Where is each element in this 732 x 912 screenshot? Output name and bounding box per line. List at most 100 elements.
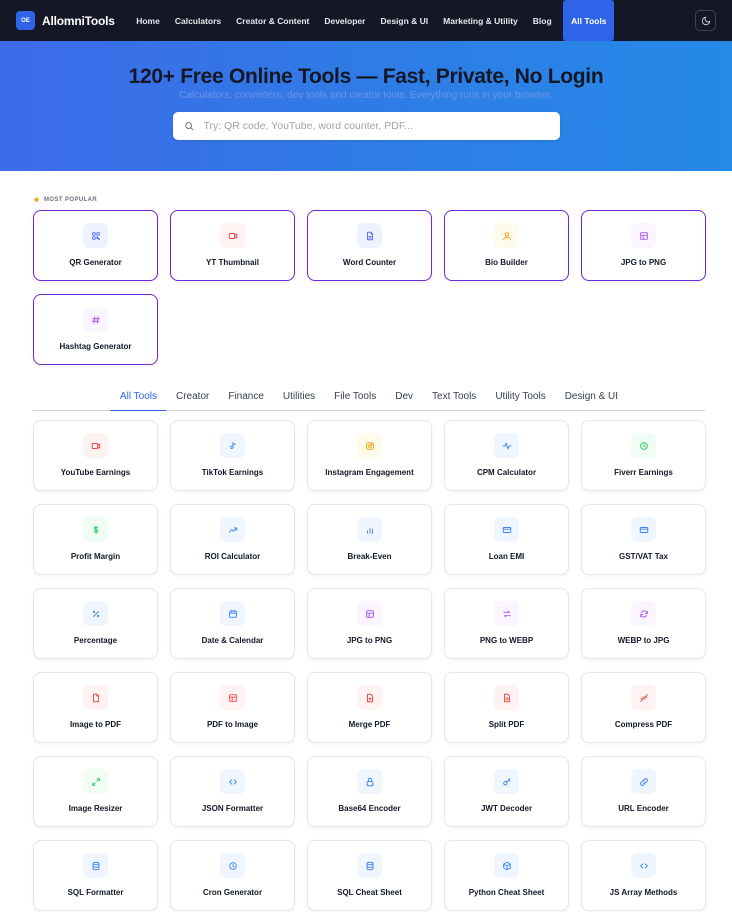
tool-card-js-array-methods[interactable]: JS Array Methods bbox=[581, 840, 706, 911]
maximize-icon bbox=[91, 777, 100, 786]
tool-card-bio-builder[interactable]: Bio Builder bbox=[444, 210, 569, 281]
tool-card-label: Loan EMI bbox=[488, 552, 525, 561]
tool-card-yt-thumbnail[interactable]: YT Thumbnail bbox=[170, 210, 295, 281]
tool-card-profit-margin[interactable]: Profit Margin bbox=[33, 504, 158, 575]
tool-icon-box bbox=[494, 685, 519, 710]
percent-icon bbox=[92, 610, 99, 617]
tool-card-date-calendar[interactable]: Date & Calendar bbox=[170, 588, 295, 659]
search-box[interactable] bbox=[172, 112, 560, 140]
nav-link-all-tools[interactable]: All Tools bbox=[563, 0, 615, 41]
tool-card-tiktok-earnings[interactable]: TikTok Earnings bbox=[170, 420, 295, 491]
tool-icon-box bbox=[83, 853, 108, 878]
nav-link-developer[interactable]: Developer bbox=[317, 0, 373, 41]
tab-design-ui[interactable]: Design & UI bbox=[555, 391, 627, 411]
tab-all-tools[interactable]: All Tools bbox=[110, 391, 167, 411]
search-icon bbox=[184, 122, 193, 131]
credit-card-icon bbox=[502, 526, 511, 533]
tool-icon-box bbox=[494, 769, 519, 794]
tool-card-label: JSON Formatter bbox=[201, 804, 264, 813]
tool-icon-box bbox=[494, 433, 519, 458]
hero-title: 120+ Free Online Tools — Fast, Private, … bbox=[128, 65, 604, 88]
tool-icon-box bbox=[83, 517, 108, 542]
tool-icon-box bbox=[220, 223, 245, 248]
tool-card-word-counter[interactable]: Word Counter bbox=[307, 210, 432, 281]
tool-card-cron-generator[interactable]: Cron Generator bbox=[170, 840, 295, 911]
tool-icon-box bbox=[357, 685, 382, 710]
tab-creator[interactable]: Creator bbox=[166, 391, 218, 411]
tool-card-label: Image to PDF bbox=[69, 720, 122, 729]
tool-card-label: Cron Generator bbox=[202, 888, 263, 897]
tool-card-label: Merge PDF bbox=[348, 720, 391, 729]
tool-icon-box bbox=[220, 685, 245, 710]
tool-card-jwt-decoder[interactable]: JWT Decoder bbox=[444, 756, 569, 827]
tool-card-image-to-pdf[interactable]: Image to PDF bbox=[33, 672, 158, 743]
tool-card-json-formatter[interactable]: JSON Formatter bbox=[170, 756, 295, 827]
tool-card-jpg-to-png[interactable]: JPG to PNG bbox=[581, 210, 706, 281]
brand[interactable]: OE AllomniTools bbox=[16, 11, 115, 30]
tool-icon-box bbox=[357, 601, 382, 626]
tool-card-pdf-to-image[interactable]: PDF to Image bbox=[170, 672, 295, 743]
tool-card-png-to-webp[interactable]: PNG to WEBP bbox=[444, 588, 569, 659]
tool-card-sql-formatter[interactable]: SQL Formatter bbox=[33, 840, 158, 911]
tool-card-webp-to-jpg[interactable]: WEBP to JPG bbox=[581, 588, 706, 659]
tool-card-split-pdf[interactable]: Split PDF bbox=[444, 672, 569, 743]
tool-card-percentage[interactable]: Percentage bbox=[33, 588, 158, 659]
tool-card-loan-emi[interactable]: Loan EMI bbox=[444, 504, 569, 575]
tool-icon-box bbox=[83, 685, 108, 710]
tool-card-qr-generator[interactable]: QR Generator bbox=[33, 210, 158, 281]
tool-icon-box bbox=[220, 433, 245, 458]
activity-icon bbox=[502, 442, 511, 449]
tool-card-jpg-to-png[interactable]: JPG to PNG bbox=[307, 588, 432, 659]
tab-finance[interactable]: Finance bbox=[219, 391, 274, 411]
tab-utilities[interactable]: Utilities bbox=[273, 391, 324, 411]
user-icon bbox=[502, 231, 511, 240]
tab-text-tools[interactable]: Text Tools bbox=[423, 391, 486, 411]
nav-link-home[interactable]: Home bbox=[129, 0, 168, 41]
tool-card-compress-pdf[interactable]: Compress PDF bbox=[581, 672, 706, 743]
tool-icon-box bbox=[220, 517, 245, 542]
nav-link-design-ui[interactable]: Design & UI bbox=[373, 0, 436, 41]
tool-card-label: GST/VAT Tax bbox=[619, 552, 668, 561]
tab-dev[interactable]: Dev bbox=[386, 391, 423, 411]
tab-file-tools[interactable]: File Tools bbox=[325, 391, 386, 411]
nav-links: Home Calculators Creator & Content Develope… bbox=[129, 0, 615, 41]
tool-card-roi-calculator[interactable]: ROI Calculator bbox=[170, 504, 295, 575]
tool-card-break-even[interactable]: Break-Even bbox=[307, 504, 432, 575]
tool-card-gst-vat-tax[interactable]: GST/VAT Tax bbox=[581, 504, 706, 575]
tool-card-merge-pdf[interactable]: Merge PDF bbox=[307, 672, 432, 743]
search-input[interactable] bbox=[203, 120, 560, 132]
hash-icon bbox=[91, 315, 100, 324]
tool-card-hashtag-generator[interactable]: Hashtag Generator bbox=[33, 294, 158, 365]
tool-icon-box bbox=[83, 223, 108, 248]
nav-link-blog[interactable]: Blog bbox=[525, 0, 559, 41]
star-icon bbox=[33, 196, 40, 203]
theme-toggle-button[interactable] bbox=[695, 10, 716, 31]
lock-icon bbox=[366, 777, 373, 786]
video-icon bbox=[228, 232, 237, 239]
tool-card-label: JWT Decoder bbox=[480, 804, 533, 813]
tool-card-base64-encoder[interactable]: Base64 Encoder bbox=[307, 756, 432, 827]
nav-link-creator-content[interactable]: Creator & Content bbox=[229, 0, 317, 41]
trending-up-icon bbox=[228, 526, 237, 533]
tool-icon-box bbox=[357, 853, 382, 878]
tool-icon-box bbox=[220, 769, 245, 794]
tool-card-sql-cheat-sheet[interactable]: SQL Cheat Sheet bbox=[307, 840, 432, 911]
tool-icon-box bbox=[494, 853, 519, 878]
tool-icon-box bbox=[494, 223, 519, 248]
tool-icon-box bbox=[631, 223, 656, 248]
tool-card-youtube-earnings[interactable]: YouTube Earnings bbox=[33, 420, 158, 491]
popular-grid: QR Generator YT Thumbnail Word Counter Bio … bbox=[33, 210, 706, 365]
tool-card-label: Split PDF bbox=[488, 720, 525, 729]
category-tabs: All Tools Creator Finance Utilities File Too… bbox=[33, 391, 705, 411]
tool-card-url-encoder[interactable]: URL Encoder bbox=[581, 756, 706, 827]
tool-card-image-resizer[interactable]: Image Resizer bbox=[33, 756, 158, 827]
tab-utility-tools[interactable]: Utility Tools bbox=[486, 391, 555, 411]
tool-card-python-cheat-sheet[interactable]: Python Cheat Sheet bbox=[444, 840, 569, 911]
nav-link-calculators[interactable]: Calculators bbox=[167, 0, 228, 41]
tool-card-instagram-engagement[interactable]: Instagram Engagement bbox=[307, 420, 432, 491]
tool-card-cpm-calculator[interactable]: CPM Calculator bbox=[444, 420, 569, 491]
brand-name: AllomniTools bbox=[42, 13, 115, 28]
tool-icon-box bbox=[220, 853, 245, 878]
tool-card-fiverr-earnings[interactable]: Fiverr Earnings bbox=[581, 420, 706, 491]
nav-link-marketing-utility[interactable]: Marketing & Utility bbox=[436, 0, 526, 41]
